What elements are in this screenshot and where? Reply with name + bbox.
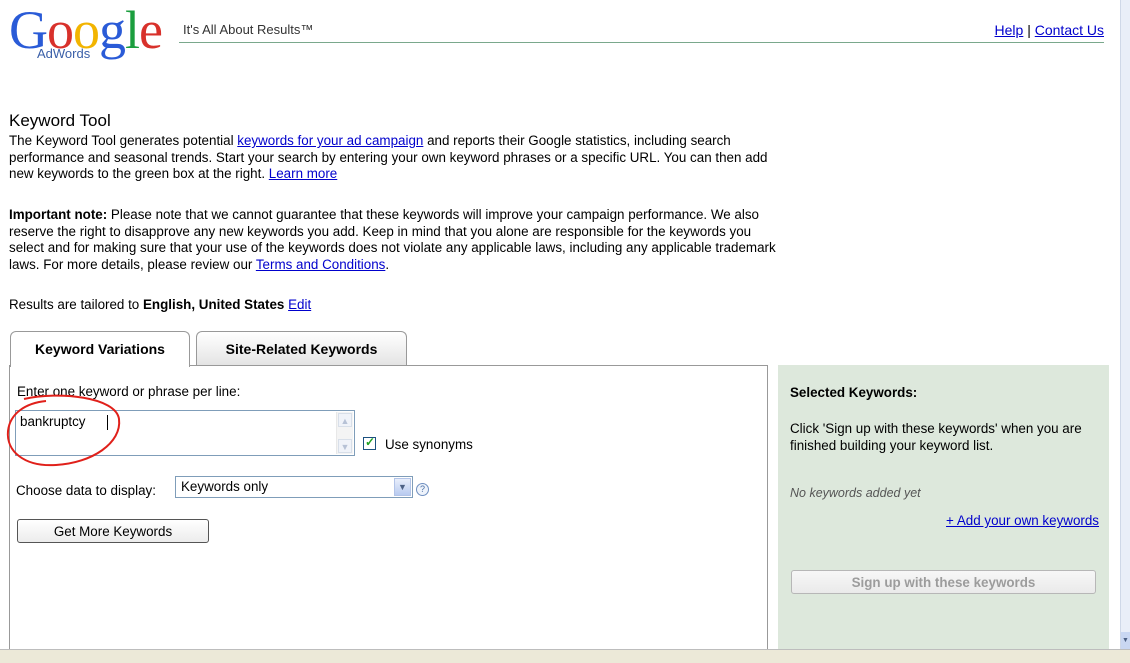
header-links: Help | Contact Us [995,22,1104,38]
scroll-down-icon[interactable]: ▼ [338,439,352,453]
help-link[interactable]: Help [995,22,1024,38]
no-keywords-text: No keywords added yet [790,486,921,500]
intro-text-a: The Keyword Tool generates potential [9,133,238,148]
contact-us-link[interactable]: Contact Us [1035,22,1104,38]
important-note-paragraph: Important note: Please note that we cann… [9,207,779,273]
get-more-keywords-button[interactable]: Get More Keywords [17,519,209,543]
data-display-select[interactable]: Keywords only ▼ [175,476,413,498]
checkmark-icon: ✓ [365,435,376,449]
terms-and-conditions-link[interactable]: Terms and Conditions [256,257,386,272]
intro-paragraph: The Keyword Tool generates potential key… [9,133,779,183]
add-own-keywords-link[interactable]: + Add your own keywords [946,513,1099,528]
important-note-text: Please note that we cannot guarantee tha… [9,207,776,272]
google-adwords-logo[interactable]: Google AdWords [9,0,167,64]
logo-subtext: AdWords [37,46,91,61]
results-prefix: Results are tailored to [9,297,143,312]
important-note-label: Important note: [9,207,108,222]
sign-up-with-keywords-button[interactable]: Sign up with these keywords [791,570,1096,594]
browser-status-bar [0,649,1130,663]
selected-keywords-title: Selected Keywords: [790,385,918,400]
important-note-end: . [385,256,390,272]
selected-keywords-panel: Selected Keywords: Click 'Sign up with t… [778,365,1109,651]
chevron-down-icon[interactable]: ▼ [394,478,411,496]
help-question-icon[interactable]: ? [416,483,429,496]
header-divider [179,42,1104,43]
learn-more-link[interactable]: Learn more [269,166,337,181]
scroll-up-icon[interactable]: ▲ [338,413,352,427]
results-locale: English, United States [142,297,285,312]
choose-data-label: Choose data to display: [16,483,156,498]
keywords-for-campaign-link[interactable]: keywords for your ad campaign [237,133,423,148]
data-display-value: Keywords only [181,479,269,494]
tab-site-related-keywords[interactable]: Site-Related Keywords [196,331,407,365]
keyword-variations-panel [9,365,768,651]
use-synonyms-label: Use synonyms [385,437,473,452]
header-separator: | [1027,22,1031,38]
keyword-input-scrollbar[interactable]: ▲ ▼ [336,412,353,454]
selected-keywords-description: Click 'Sign up with these keywords' when… [790,421,1082,453]
window-scrollbar[interactable]: ▼ [1120,0,1130,650]
edit-locale-link[interactable]: Edit [288,297,311,312]
tab-keyword-variations[interactable]: Keyword Variations [10,331,190,367]
tagline: It's All About Results™ [183,22,314,37]
red-annotation-circle [6,394,121,467]
use-synonyms-checkbox[interactable]: ✓ [363,435,376,450]
page-title: Keyword Tool [9,111,111,130]
results-tailored-line: Results are tailored to English, United … [9,297,779,314]
scroll-down-arrow-icon[interactable]: ▼ [1121,632,1130,650]
